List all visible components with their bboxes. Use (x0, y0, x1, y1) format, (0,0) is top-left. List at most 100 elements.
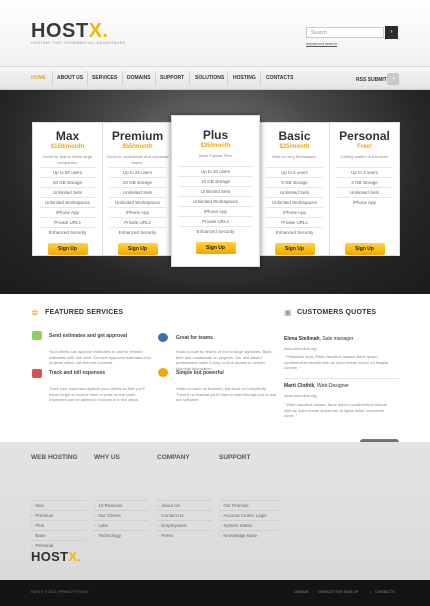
footer-link[interactable]: Account Center Login (219, 510, 279, 520)
plan-feature: Unlimited Workspaces (109, 197, 166, 207)
sign-up-button[interactable]: Sign Up (344, 243, 385, 255)
plan-feature: 10 GB storage (178, 176, 253, 186)
nav-item-home[interactable]: HOME (31, 75, 46, 81)
quote-author: Marti Clothik, Web-Designer (284, 383, 349, 389)
nav-item-about-us[interactable]: ABOUT US (57, 75, 83, 81)
footer-column-title: SUPPORT (219, 454, 251, 461)
plan-feature: Up to 10 users (178, 166, 253, 176)
plan-feature: Unlimited Workspaces (39, 197, 96, 207)
rss-submit-link[interactable]: RSS SUBMIT (356, 77, 387, 83)
service-text: Track your expenses against your clients… (49, 386, 145, 403)
footer-link[interactable]: Premium (31, 510, 86, 520)
sign-up-button[interactable]: Sign Up (274, 243, 315, 255)
speech-bubble-icon: ▣ (284, 308, 292, 317)
bottom-link-domain[interactable]: DOMAIN (294, 590, 308, 594)
header: HOSTX. HOSTING THAT COMBINES ALL ADVANTA… (0, 0, 430, 66)
quote-divider (284, 378, 399, 379)
footer-link[interactable]: About Us (157, 500, 212, 510)
footer-link[interactable]: Plus (31, 520, 86, 530)
footer-link[interactable]: Base (31, 530, 86, 540)
footer-column-title: COMPANY (157, 454, 190, 461)
footer-link[interactable]: Knowledge Base (219, 530, 279, 540)
plan-feature: Unlimited Workspaces (178, 196, 253, 206)
sign-up-button[interactable]: Sign Up (117, 243, 158, 255)
nav-item-domains[interactable]: DOMAINS (127, 75, 151, 81)
plan-price: $35/month (200, 143, 231, 149)
chart-icon (32, 369, 42, 378)
sign-up-button[interactable]: Sign Up (47, 243, 88, 255)
plan-feature: Up to 50 users (39, 167, 96, 177)
bottom-link-contacts[interactable]: CONTACTS (375, 590, 395, 594)
nav-item-hosting[interactable]: HOSTING (233, 75, 256, 81)
featured-section: ✲ FEATURED SERVICES Send estimates and g… (0, 294, 430, 442)
footer-link[interactable]: Max (31, 500, 86, 510)
plan-feature: iPhone App (336, 197, 393, 207)
plan-feature: 5 GB storage (266, 177, 323, 187)
quote-text: “ Etiam faucibus massa. Aene ipsum condi… (284, 402, 387, 419)
service-title: Send estimates and get approval (49, 333, 128, 339)
plan-price: $55/month (122, 144, 153, 150)
plan-price: $25/month (279, 144, 310, 150)
advanced-search-link[interactable]: Advanced search (306, 41, 337, 46)
footer-link[interactable]: Contact Us (157, 510, 212, 520)
plan-feature: Enhanced Security (178, 226, 253, 236)
plan-feature: Enhanced Security (109, 227, 166, 237)
service-title: Great for teams (176, 335, 213, 341)
tagline: HOSTING THAT COMBINES ALL ADVANTAGES (31, 40, 126, 45)
nav-separator (189, 71, 190, 86)
plan-card-max: Max $150/month Great for teams within la… (32, 122, 103, 256)
footer-link[interactable]: Press (157, 530, 212, 540)
nav-separator (87, 71, 88, 86)
envelope-icon (32, 331, 42, 340)
plan-feature: Up to 5 users (266, 167, 323, 177)
plan-card-premium: Premium $55/month Good for consultants a… (102, 122, 173, 256)
plan-price: Free! (357, 144, 372, 150)
plan-feature: Up to 3 users (336, 167, 393, 177)
footer-column-title: WHY US (94, 454, 120, 461)
nav-separator (260, 71, 261, 86)
quote-author-link[interactable]: www.demolink.org (284, 393, 316, 398)
plan-feature: 3 GB storage (336, 177, 393, 187)
bottom-bar: HOSTX © 2012 | PRIVACY POLICY DOMAIN | N… (0, 580, 430, 606)
plan-feature: Unlimited Sets (266, 187, 323, 197)
nav-item-contacts[interactable]: CONTACTS (266, 75, 293, 81)
footer-link[interactable]: Employment (157, 520, 212, 530)
light-icon (158, 368, 168, 377)
nav-item-support[interactable]: SUPPORT (160, 75, 184, 81)
footer-logo[interactable]: HOSTX. (31, 549, 81, 564)
sign-up-button[interactable]: Sign Up (195, 242, 236, 254)
plan-description: Great for teams within large companies. (42, 154, 93, 165)
plan-description: Good for consultants and corporate teams… (106, 154, 169, 165)
footer-link[interactable]: Technology (94, 530, 149, 540)
search-input[interactable]: Search (306, 27, 384, 38)
plan-feature: iPhone App (266, 207, 323, 217)
plan-feature: 20 GB storage (109, 177, 166, 187)
bottom-link-newsletter[interactable]: NEWSLETTER SIGN UP (318, 590, 358, 594)
footer-link[interactable]: Labs (94, 520, 149, 530)
quote-author-link[interactable]: www.demolink.org (284, 346, 316, 351)
user-icon (158, 333, 168, 342)
search-button[interactable]: › (385, 26, 398, 39)
plan-name: Plus (202, 128, 229, 142)
plan-feature: Enhanced Security (266, 227, 323, 237)
pricing-section: Max $150/month Great for teams within la… (0, 90, 430, 294)
plan-feature: Enhanced Security (39, 227, 96, 237)
plan-feature: 50 GB storage (39, 177, 96, 187)
plan-feature: Private URLs (266, 217, 323, 227)
quote-author: Elena Stellmah, Sale manager (284, 336, 354, 342)
plan-card-basic: Basic $25/month Best for very freelancer… (259, 122, 330, 256)
nav-item-solutions[interactable]: SOLUTIONS (195, 75, 224, 81)
footer-link[interactable]: System Status (219, 520, 279, 530)
footer-link[interactable]: Our Promise (219, 500, 279, 510)
plan-feature: Unlimited Sets (336, 187, 393, 197)
plan-description: Most Popular Plan (199, 153, 232, 158)
footer-link[interactable]: Our Clients (94, 510, 149, 520)
nav-item-services[interactable]: SERVICES (92, 75, 117, 81)
footer-link[interactable]: 10 Reasons (94, 500, 149, 510)
service-title: Track and bill expenses (49, 370, 106, 376)
plan-feature: iPhone App (178, 206, 253, 216)
plan-feature: iPhone App (109, 207, 166, 217)
featured-services-title: FEATURED SERVICES (45, 309, 124, 316)
rss-icon[interactable]: ◔ (387, 73, 399, 85)
bottom-separator: | (370, 589, 372, 594)
